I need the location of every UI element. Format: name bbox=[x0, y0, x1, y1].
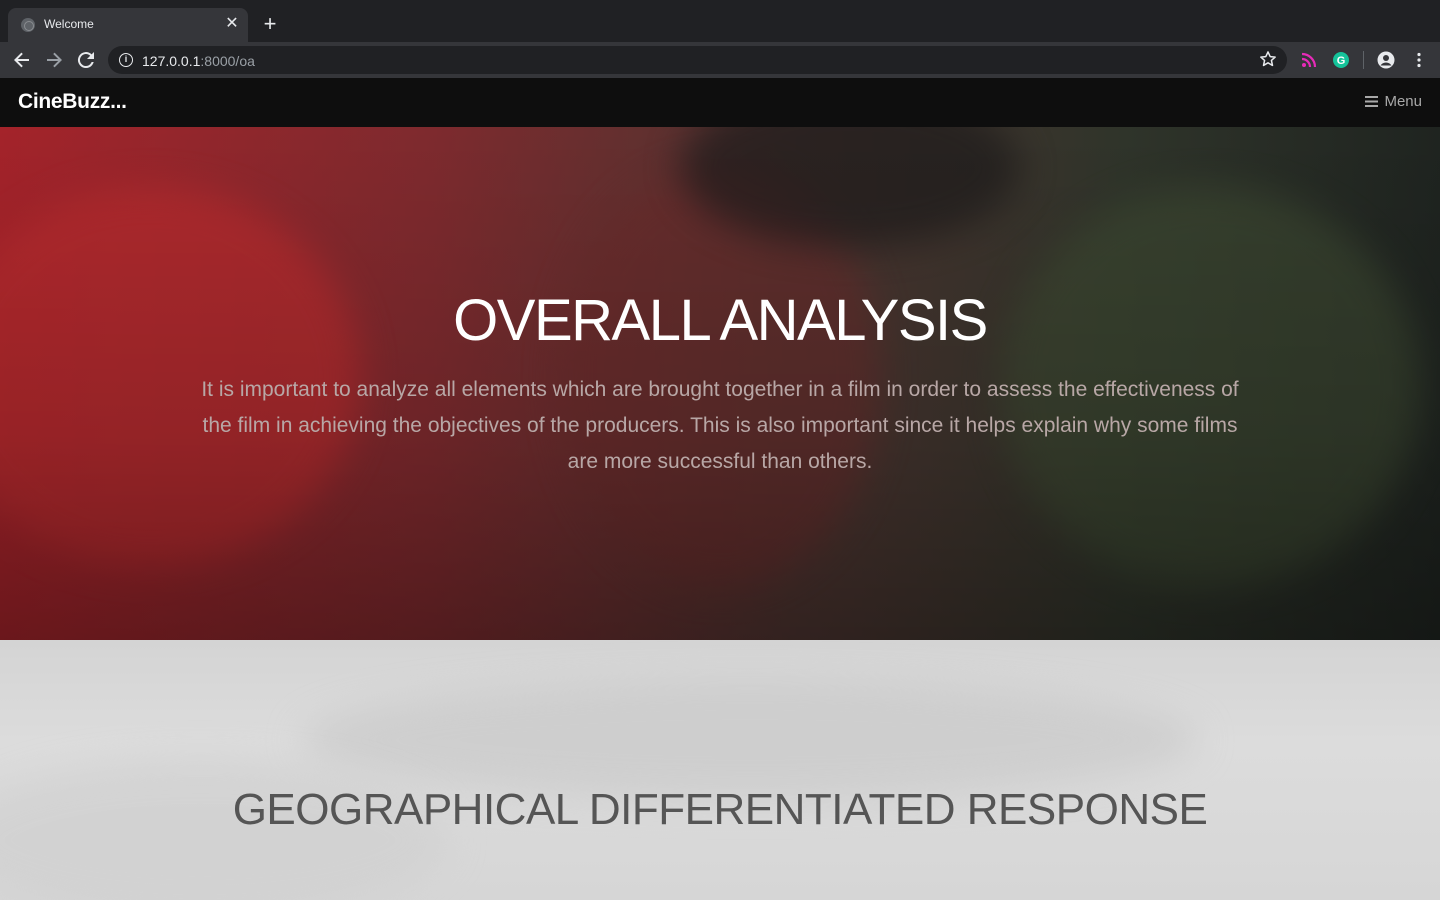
grammarly-extension-icon[interactable]: G bbox=[1332, 51, 1350, 69]
more-vertical-icon[interactable] bbox=[1410, 51, 1428, 69]
menu-bars-icon bbox=[1365, 96, 1379, 107]
section-background-image bbox=[300, 680, 1200, 800]
hero-title: OVERALL ANALYSIS bbox=[453, 288, 988, 353]
geographical-section: GEOGRAPHICAL DIFFERENTIATED RESPONSE bbox=[0, 640, 1440, 900]
star-icon[interactable] bbox=[1258, 49, 1278, 69]
back-arrow-icon[interactable] bbox=[10, 48, 34, 72]
browser-toolbar: i 127.0.0.1:8000/oa G bbox=[0, 42, 1440, 78]
site-navbar: CineBuzz... Menu bbox=[0, 78, 1440, 127]
globe-icon bbox=[21, 18, 35, 32]
profile-icon[interactable] bbox=[1377, 51, 1395, 69]
toolbar-divider bbox=[1363, 51, 1364, 69]
browser-tabstrip: Welcome ✕ + bbox=[0, 0, 1440, 42]
close-icon[interactable]: ✕ bbox=[224, 16, 240, 32]
svg-text:G: G bbox=[1337, 55, 1346, 67]
page-content: CineBuzz... Menu OVERALL ANALYSIS It is … bbox=[0, 78, 1440, 900]
plus-icon[interactable]: + bbox=[258, 12, 282, 36]
hero-section: OVERALL ANALYSIS It is important to anal… bbox=[0, 127, 1440, 640]
menu-label: Menu bbox=[1384, 93, 1422, 110]
info-icon[interactable]: i bbox=[119, 53, 133, 67]
hero-description: It is important to analyze all elements … bbox=[201, 378, 1239, 473]
site-brand[interactable]: CineBuzz... bbox=[18, 90, 127, 114]
tab-title: Welcome bbox=[44, 17, 94, 31]
url-text[interactable]: 127.0.0.1:8000/oa bbox=[142, 53, 255, 69]
address-bar[interactable]: i 127.0.0.1:8000/oa bbox=[108, 46, 1287, 74]
forward-arrow-icon[interactable] bbox=[42, 48, 66, 72]
browser-tab[interactable]: Welcome ✕ bbox=[8, 8, 248, 42]
section-title: GEOGRAPHICAL DIFFERENTIATED RESPONSE bbox=[232, 785, 1208, 834]
menu-button[interactable]: Menu bbox=[1365, 93, 1422, 110]
rss-extension-icon[interactable] bbox=[1300, 51, 1318, 69]
reload-icon[interactable] bbox=[74, 48, 98, 72]
